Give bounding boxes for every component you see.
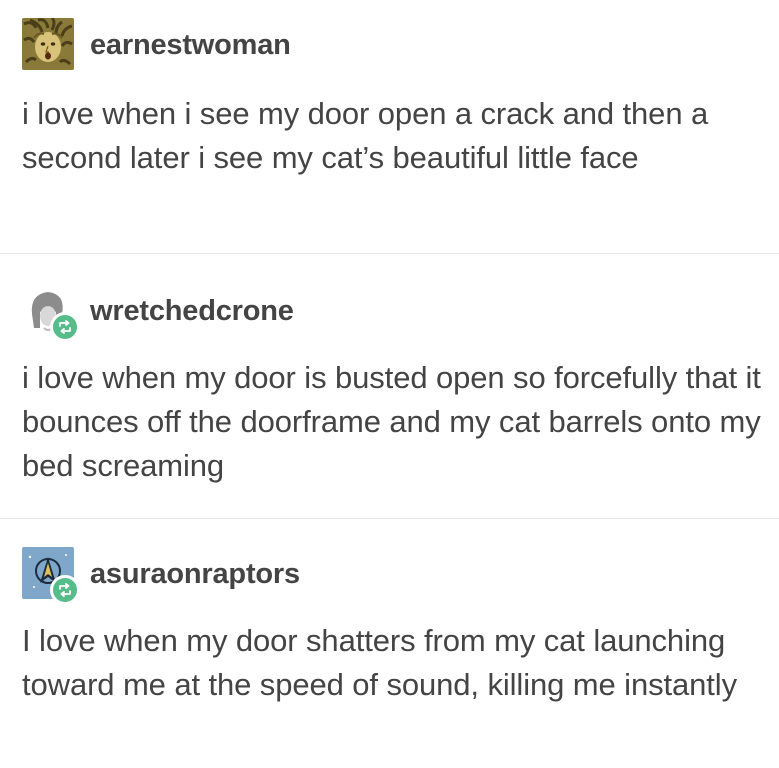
post-header: earnestwoman (22, 18, 291, 72)
avatar-wrap[interactable] (22, 284, 80, 342)
post-body-text: I love when my door shatters from my cat… (22, 623, 737, 702)
post-body-text: i love when my door is busted open so fo… (22, 360, 761, 483)
post-wretchedcrone: wretchedcrone i love when my door is bus… (0, 254, 779, 518)
reblog-icon (50, 575, 80, 605)
reblog-icon (50, 312, 80, 342)
post-thread: earnestwoman i love when i see my door o… (0, 0, 779, 768)
post-username[interactable]: earnestwoman (90, 30, 291, 60)
avatar-wrap[interactable] (22, 18, 76, 72)
post-earnestwoman: earnestwoman i love when i see my door o… (0, 0, 779, 253)
post-username[interactable]: wretchedcrone (90, 296, 294, 326)
post-header: asuraonraptors (22, 547, 300, 605)
medusa-avatar-icon[interactable] (22, 18, 74, 70)
avatar-wrap[interactable] (22, 547, 80, 605)
post-username[interactable]: asuraonraptors (90, 559, 300, 589)
post-asuraonraptors: asuraonraptors I love when my door shatt… (0, 519, 779, 768)
post-body-text: i love when i see my door open a crack a… (22, 96, 709, 175)
post-header: wretchedcrone (22, 284, 294, 342)
